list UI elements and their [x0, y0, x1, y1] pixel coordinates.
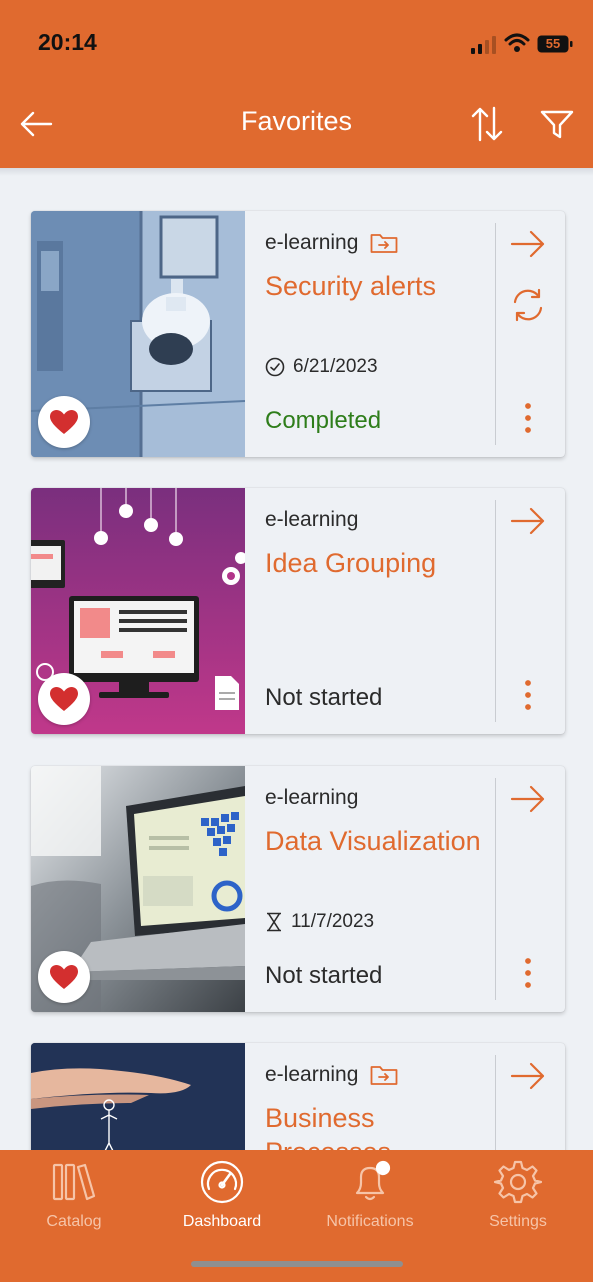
filter-button[interactable] — [537, 104, 577, 144]
favorite-toggle[interactable] — [38, 673, 90, 725]
cellular-signal-icon — [471, 36, 496, 54]
open-course-button[interactable] — [505, 221, 551, 267]
speedometer-icon — [148, 1156, 296, 1208]
sort-button[interactable] — [467, 104, 507, 144]
bell-icon — [296, 1156, 444, 1208]
nav-catalog-label: Catalog — [46, 1213, 102, 1230]
course-date-value: 6/21/2023 — [293, 356, 378, 377]
nav-settings[interactable]: Settings — [444, 1156, 592, 1236]
arrow-right-icon — [510, 785, 545, 813]
more-options-button[interactable] — [505, 672, 551, 718]
nav-catalog[interactable]: Catalog — [0, 1156, 148, 1236]
course-thumbnail-security-camera — [31, 211, 245, 457]
sort-arrows-icon — [471, 106, 503, 142]
hourglass-icon — [265, 912, 283, 932]
more-vertical-icon — [525, 680, 531, 710]
course-title[interactable]: Idea Grouping — [265, 546, 490, 580]
nav-notifications[interactable]: Notifications — [296, 1156, 444, 1236]
course-title[interactable]: Security alerts — [265, 269, 490, 303]
heart-filled-icon — [50, 410, 78, 434]
open-course-button[interactable] — [505, 1053, 551, 1099]
course-thumbnail-business-processes — [31, 1043, 245, 1150]
nav-settings-label: Settings — [489, 1213, 547, 1230]
books-icon — [0, 1156, 148, 1208]
arrow-right-icon — [510, 507, 545, 535]
favorite-toggle[interactable] — [38, 951, 90, 1003]
gear-icon — [444, 1156, 592, 1208]
course-card[interactable]: e-learning Business Processes — [31, 1043, 565, 1150]
nav-notifications-label: Notifications — [326, 1213, 414, 1230]
course-type-label: e-learning — [265, 231, 359, 254]
arrow-right-icon — [510, 1062, 545, 1090]
favorites-list[interactable]: e-learning Security alerts 6/21/2023 Com… — [0, 176, 593, 1150]
arrow-right-icon — [510, 230, 545, 258]
course-card[interactable]: e-learning Data Visualization 11/7/2023 … — [31, 766, 565, 1012]
course-date: 11/7/2023 — [265, 911, 374, 933]
course-card-body: e-learning Business Processes — [245, 1043, 495, 1150]
app-frame: 20:14 55 Favorites e-learning Security a… — [0, 0, 593, 1282]
wifi-icon — [504, 33, 530, 52]
nav-dashboard-label: Dashboard — [182, 1213, 262, 1230]
course-card-body: e-learning Security alerts 6/21/2023 Com… — [245, 211, 495, 457]
favorite-toggle[interactable] — [38, 396, 90, 448]
course-type: e-learning — [265, 508, 358, 532]
course-thumbnail-idea-grouping — [31, 488, 245, 734]
card-divider — [495, 778, 496, 1000]
status-time: 20:14 — [38, 29, 97, 55]
course-title[interactable]: Business Processes — [265, 1101, 490, 1150]
course-status: Completed — [265, 407, 382, 434]
course-type: e-learning — [265, 231, 398, 255]
filter-funnel-icon — [540, 110, 574, 139]
course-status: Not started — [265, 684, 383, 711]
open-course-button[interactable] — [505, 776, 551, 822]
check-circle-icon — [265, 357, 285, 377]
folder-share-icon — [370, 1064, 398, 1086]
course-card[interactable]: e-learning Idea Grouping Not started — [31, 488, 565, 734]
open-course-button[interactable] — [505, 498, 551, 544]
course-thumbnail-data-visualization — [31, 766, 245, 1012]
home-indicator — [191, 1261, 403, 1267]
more-options-button[interactable] — [505, 395, 551, 441]
course-card-body: e-learning Data Visualization 11/7/2023 … — [245, 766, 495, 1012]
battery-level: 55 — [545, 36, 561, 51]
course-type-label: e-learning — [265, 1063, 359, 1086]
retake-course-button[interactable] — [505, 282, 551, 328]
more-options-button[interactable] — [505, 950, 551, 996]
course-type-label: e-learning — [265, 786, 359, 809]
nav-dashboard[interactable]: Dashboard — [148, 1156, 296, 1236]
card-divider — [495, 223, 496, 445]
course-type: e-learning — [265, 1063, 398, 1087]
course-status: Not started — [265, 962, 383, 989]
header-bar: 20:14 55 Favorites — [0, 0, 593, 168]
course-date-value: 11/7/2023 — [291, 911, 375, 932]
course-card-body: e-learning Idea Grouping Not started — [245, 488, 495, 734]
course-type-label: e-learning — [265, 508, 359, 531]
more-vertical-icon — [525, 403, 531, 433]
heart-filled-icon — [50, 965, 78, 989]
more-vertical-icon — [525, 958, 531, 988]
refresh-icon — [513, 288, 543, 322]
battery-indicator: 55 — [537, 35, 573, 53]
course-card[interactable]: e-learning Security alerts 6/21/2023 Com… — [31, 211, 565, 457]
hand-over-figure-image — [31, 1043, 245, 1150]
header-shadow — [0, 168, 593, 176]
card-divider — [495, 1055, 496, 1150]
course-title[interactable]: Data Visualization — [265, 824, 490, 858]
heart-filled-icon — [50, 687, 78, 711]
course-date: 6/21/2023 — [265, 356, 378, 378]
folder-share-icon — [370, 232, 398, 254]
card-divider — [495, 500, 496, 722]
course-type: e-learning — [265, 786, 358, 810]
